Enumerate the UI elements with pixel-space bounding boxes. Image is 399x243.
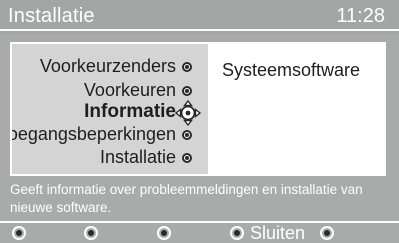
softkey-label-sluiten[interactable]: Sluiten <box>250 223 305 243</box>
softkey-bar: Sluiten <box>0 223 399 243</box>
submenu-item-systeemsoftware[interactable]: Systeemsoftware <box>222 60 360 80</box>
title-divider <box>0 29 399 31</box>
menu-item-voorkeurzenders[interactable]: Voorkeurzenders <box>40 56 176 76</box>
bullet-icon <box>182 153 192 163</box>
bullet-icon <box>182 86 192 96</box>
menu-item-voorkeuren[interactable]: Voorkeuren <box>84 80 176 100</box>
menu-panel: Voorkeurzenders Voorkeuren Informatie To… <box>10 42 386 176</box>
main-menu-list: Voorkeurzenders Voorkeuren Informatie To… <box>12 44 208 174</box>
softkey-circle-icon[interactable] <box>84 226 98 240</box>
title-bar: Installatie 11:28 <box>0 0 399 33</box>
submenu-list: Systeemsoftware <box>208 44 384 174</box>
help-divider <box>0 221 399 223</box>
navigation-cross-icon <box>175 100 201 126</box>
menu-title: Installatie <box>8 5 95 27</box>
bullet-icon <box>182 62 192 72</box>
softkey-circle-icon[interactable] <box>320 226 334 240</box>
tv-menu-screen: Installatie 11:28 Voorkeurzenders Voorke… <box>0 0 399 243</box>
help-text: Geeft informatie over probleemmeldingen … <box>10 182 363 215</box>
menu-item-informatie[interactable]: Informatie <box>84 102 176 122</box>
softkey-circle-icon[interactable] <box>230 226 244 240</box>
bullet-icon <box>182 130 192 140</box>
menu-item-installatie[interactable]: Installatie <box>100 147 176 167</box>
softkey-circle-icon[interactable] <box>157 226 171 240</box>
clock: 11:28 <box>336 5 385 27</box>
softkey-circle-icon[interactable] <box>12 226 26 240</box>
menu-item-toegangsbeperkingen[interactable]: Toegangsbeperkingen <box>12 124 176 144</box>
